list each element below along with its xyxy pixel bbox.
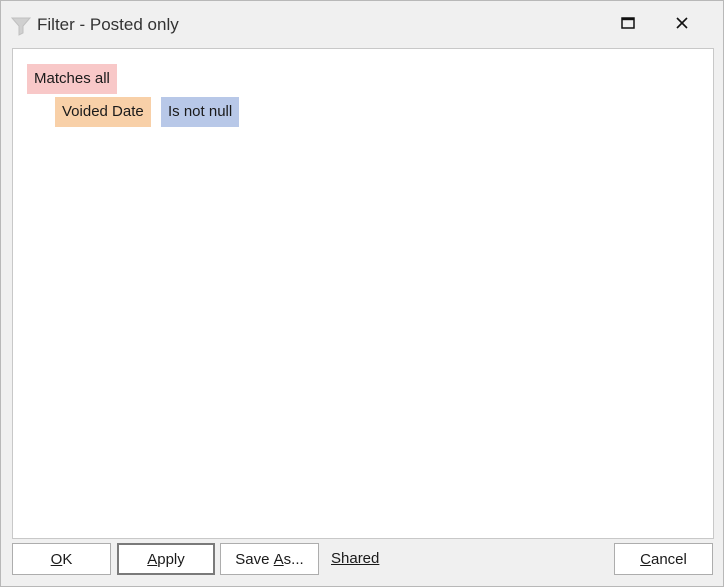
close-button[interactable] [659,5,705,41]
cancel-mnemonic: C [640,550,651,568]
ok-mnemonic: O [50,550,63,568]
maximize-icon [621,17,635,29]
condition-operator-tag[interactable]: Is not null [161,97,240,127]
window-title: Filter - Posted only [37,15,179,34]
maximize-button[interactable] [605,5,651,41]
save-as-label-rest: s... [283,550,304,568]
shared-link[interactable]: Shared [331,550,379,567]
filter-dialog: Filter - Posted only Matches all Voided … [0,0,724,587]
apply-button[interactable]: Apply [117,543,215,575]
save-as-label-start: Save [235,550,274,568]
ok-button[interactable]: OK [12,543,111,575]
title-bar[interactable]: Filter - Posted only [1,1,723,47]
apply-mnemonic: A [147,550,158,568]
funnel-icon [11,17,31,36]
save-as-button[interactable]: Save As... [220,543,319,575]
close-icon [676,17,688,29]
filter-editor[interactable]: Matches all Voided Date Is not null [12,48,714,539]
condition-field-tag[interactable]: Voided Date [55,97,151,127]
cancel-label-rest: ancel [650,550,687,568]
ok-label-rest: K [62,550,73,568]
save-as-mnemonic: A [273,550,284,568]
apply-label-rest: pply [157,550,185,568]
cancel-button[interactable]: Cancel [614,543,713,575]
group-match-tag[interactable]: Matches all [27,64,117,94]
